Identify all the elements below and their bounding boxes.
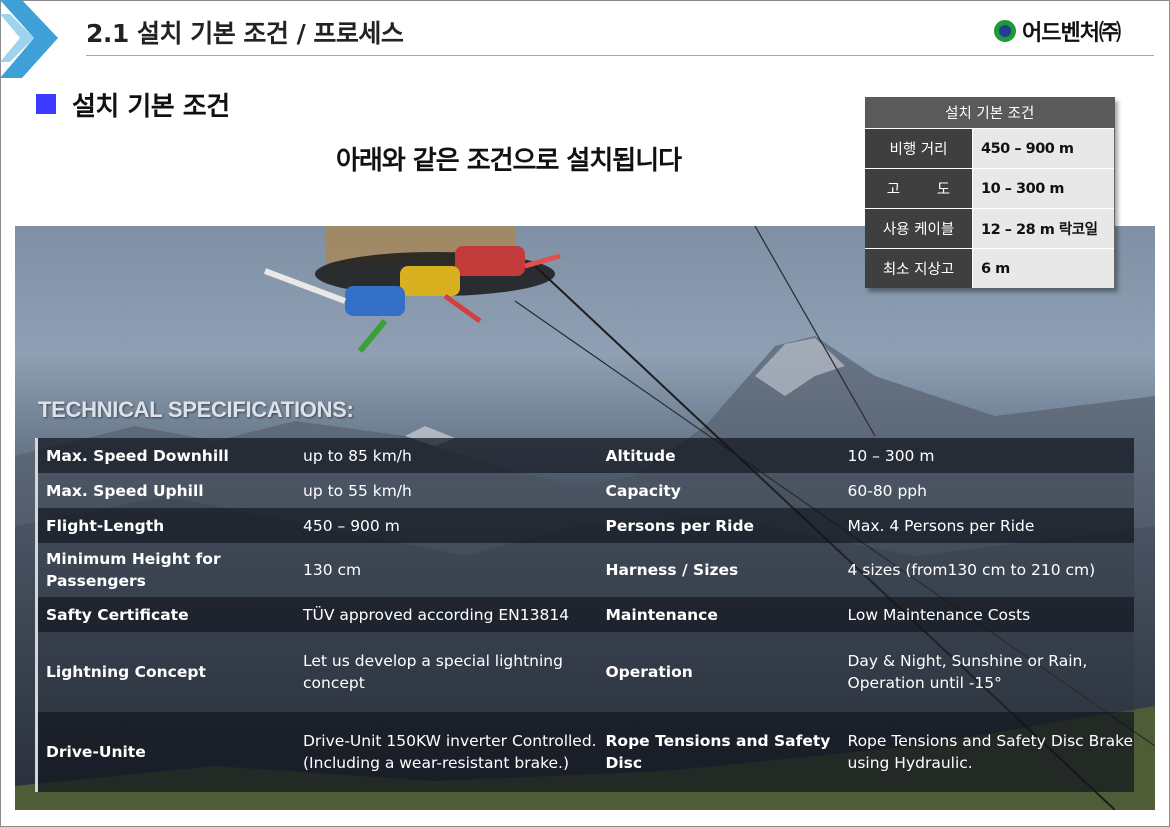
- spec-key: Flight-Length: [35, 508, 295, 543]
- spec-value: 60-80 pph: [839, 473, 1134, 508]
- table-row: Flight-Length 450 – 900 m Persons per Ri…: [35, 508, 1134, 543]
- section-heading: 설치 기본 조건: [72, 92, 230, 122]
- spec-key: Max. Speed Uphill: [35, 473, 295, 508]
- logo-text: 어드벤처㈜: [1022, 21, 1121, 46]
- summary-row: 고 도 10 – 300 m: [865, 168, 1115, 209]
- page-title: 2.1 설치 기본 조건 / 프로세스: [86, 19, 404, 48]
- spec-key: Capacity: [597, 473, 840, 508]
- summary-table: 설치 기본 조건 비행 거리 450 – 900 m 고 도 10 – 300 …: [865, 97, 1115, 288]
- spec-value: Rope Tensions and Safety Disc Brake usin…: [839, 712, 1134, 792]
- spec-key: Operation: [597, 632, 840, 712]
- table-row: Safty Certificate TÜV approved according…: [35, 597, 1134, 632]
- spec-value: Drive-Unit 150KW inverter Controlled. (I…: [295, 712, 598, 792]
- title-divider: [86, 55, 1154, 56]
- summary-value: 450 – 900 m: [972, 128, 1115, 169]
- table-row: Max. Speed Downhill up to 85 km/h Altitu…: [35, 438, 1134, 473]
- table-row: Lightning Concept Let us develop a speci…: [35, 632, 1134, 712]
- spec-value: up to 55 km/h: [295, 473, 598, 508]
- summary-row: 비행 거리 450 – 900 m: [865, 128, 1115, 169]
- spec-key: Rope Tensions and Safety Disc: [597, 712, 840, 792]
- spec-value: TÜV approved according EN13814: [295, 597, 598, 632]
- spec-key: Persons per Ride: [597, 508, 840, 543]
- summary-value: 10 – 300 m: [972, 168, 1115, 209]
- section-subtitle: 아래와 같은 조건으로 설치됩니다: [336, 146, 682, 176]
- company-logo: 어드벤처㈜: [994, 15, 1121, 47]
- table-row: Minimum Height for Passengers 130 cm Har…: [35, 543, 1134, 597]
- spec-key: Altitude: [597, 438, 840, 473]
- specs-table: Max. Speed Downhill up to 85 km/h Altitu…: [35, 438, 1135, 792]
- table-row: Max. Speed Uphill up to 55 km/h Capacity…: [35, 473, 1134, 508]
- summary-header-row: 설치 기본 조건: [865, 97, 1115, 129]
- spec-key: Maintenance: [597, 597, 840, 632]
- spec-key: Lightning Concept: [35, 632, 295, 712]
- summary-value: 6 m: [972, 248, 1115, 288]
- bullet-square-icon: [36, 94, 56, 114]
- summary-header: 설치 기본 조건: [865, 97, 1115, 129]
- logo-ring-icon: [994, 20, 1016, 42]
- summary-label: 고 도: [865, 168, 973, 209]
- spec-value: Max. 4 Persons per Ride: [839, 508, 1134, 543]
- spec-value: Let us develop a special lightning conce…: [295, 632, 598, 712]
- spec-value: 4 sizes (from130 cm to 210 cm): [839, 543, 1134, 597]
- summary-row: 사용 케이블 12 – 28 m 락코일: [865, 208, 1115, 249]
- spec-value: 10 – 300 m: [839, 438, 1134, 473]
- spec-value: 130 cm: [295, 543, 598, 597]
- spec-value: Day & Night, Sunshine or Rain, Operation…: [839, 632, 1134, 712]
- spec-key: Minimum Height for Passengers: [35, 543, 295, 597]
- spec-key: Max. Speed Downhill: [35, 438, 295, 473]
- spec-value: 450 – 900 m: [295, 508, 598, 543]
- summary-label: 최소 지상고: [865, 248, 973, 288]
- spec-key: Safty Certificate: [35, 597, 295, 632]
- summary-value: 12 – 28 m 락코일: [972, 208, 1115, 249]
- summary-label: 사용 케이블: [865, 208, 973, 249]
- summary-label: 비행 거리: [865, 128, 973, 169]
- spec-value: up to 85 km/h: [295, 438, 598, 473]
- spec-key: Harness / Sizes: [597, 543, 840, 597]
- summary-row: 최소 지상고 6 m: [865, 248, 1115, 288]
- spec-key: Drive-Unite: [35, 712, 295, 792]
- specs-heading: TECHNICAL SPECIFICATIONS:: [38, 397, 354, 422]
- riders-graphic: [263, 226, 561, 353]
- chevron-icon: [0, 0, 58, 78]
- spec-value: Low Maintenance Costs: [839, 597, 1134, 632]
- table-row: Drive-Unite Drive-Unit 150KW inverter Co…: [35, 712, 1134, 792]
